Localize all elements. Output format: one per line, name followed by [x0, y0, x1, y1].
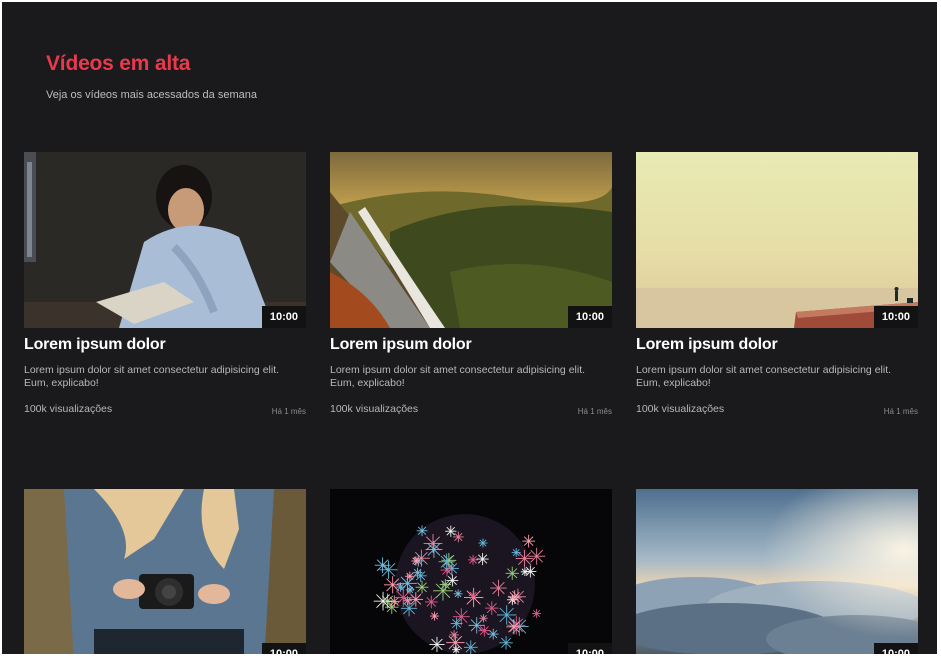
video-views: 100k visualizações — [330, 403, 419, 415]
video-title[interactable]: Lorem ipsum dolor — [636, 336, 918, 354]
woman-reading-image — [24, 152, 306, 328]
video-card[interactable]: 10:00 Lorem ipsum dolor Lorem ipsum dolo… — [330, 152, 612, 419]
video-thumbnail[interactable]: 10:00 — [330, 489, 612, 654]
video-duration: 10:00 — [873, 306, 918, 328]
video-card[interactable]: 10:00 — [24, 489, 306, 654]
video-duration: 10:00 — [261, 306, 306, 328]
video-description: Lorem ipsum dolor sit amet consectetur a… — [24, 364, 280, 389]
section-subtitle: Veja os vídeos mais acessados da semana — [46, 89, 257, 101]
video-meta: 100k visualizações Há 1 mês — [330, 399, 612, 419]
clouds-sunrise-image — [636, 489, 918, 654]
video-card[interactable]: 10:00 — [636, 489, 918, 654]
video-meta: 100k visualizações Há 1 mês — [636, 399, 918, 419]
video-title[interactable]: Lorem ipsum dolor — [330, 336, 612, 354]
video-duration: 10:00 — [567, 643, 612, 654]
woman-camera-image — [24, 489, 306, 654]
video-thumbnail[interactable]: 10:00 — [636, 152, 918, 328]
video-duration: 10:00 — [567, 306, 612, 328]
video-duration: 10:00 — [261, 643, 306, 654]
trending-section: Vídeos em alta Veja os vídeos mais acess… — [2, 2, 937, 654]
video-duration: 10:00 — [873, 643, 918, 654]
video-thumbnail[interactable]: 10:00 — [330, 152, 612, 328]
video-thumbnail[interactable]: 10:00 — [24, 152, 306, 328]
video-description: Lorem ipsum dolor sit amet consectetur a… — [330, 364, 586, 389]
video-date: Há 1 mês — [883, 407, 918, 416]
fireworks-image — [330, 489, 612, 654]
video-description: Lorem ipsum dolor sit amet consectetur a… — [636, 364, 892, 389]
video-card[interactable]: 10:00 Lorem ipsum dolor Lorem ipsum dolo… — [24, 152, 306, 419]
video-date: Há 1 mês — [577, 407, 612, 416]
video-card[interactable]: 10:00 Lorem ipsum dolor Lorem ipsum dolo… — [636, 152, 918, 419]
video-views: 100k visualizações — [636, 403, 725, 415]
cliff-mist-image — [636, 152, 918, 328]
video-thumbnail[interactable]: 10:00 — [636, 489, 918, 654]
video-thumbnail[interactable]: 10:00 — [24, 489, 306, 654]
video-views: 100k visualizações — [24, 403, 113, 415]
section-title: Vídeos em alta — [46, 52, 191, 75]
video-meta: 100k visualizações Há 1 mês — [24, 399, 306, 419]
video-card[interactable]: 10:00 — [330, 489, 612, 654]
video-title[interactable]: Lorem ipsum dolor — [24, 336, 306, 354]
video-date: Há 1 mês — [271, 407, 306, 416]
mountain-waterfall-image — [330, 152, 612, 328]
